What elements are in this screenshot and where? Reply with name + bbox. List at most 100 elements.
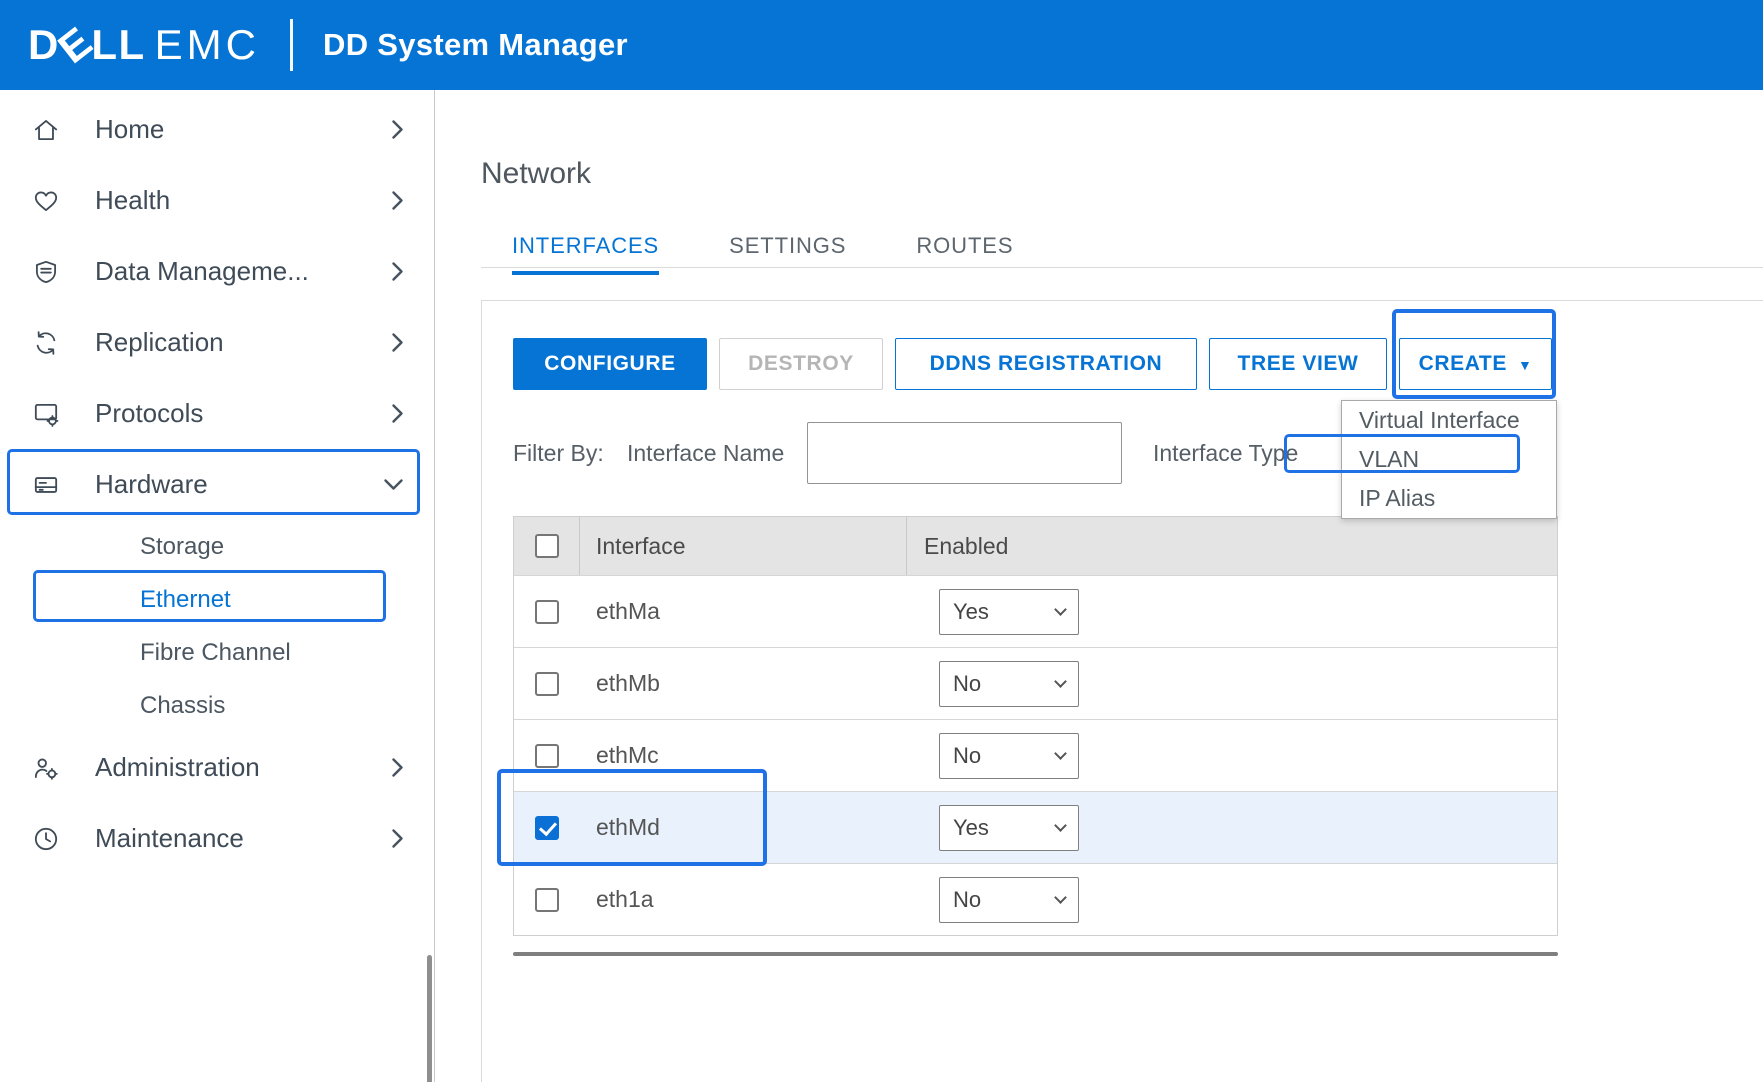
tab-routes[interactable]: ROUTES [916,233,1013,275]
create-button[interactable]: CREATE ▼ [1399,338,1552,390]
row-checkbox[interactable] [535,816,559,840]
column-header-enabled: Enabled [907,517,1557,575]
create-dropdown-menu: Virtual Interface VLAN IP Alias [1341,400,1557,519]
sidebar-item-label: Health [95,185,170,216]
chevron-right-icon [391,828,404,849]
enabled-select[interactable]: Yes [939,805,1079,851]
drive-icon [30,470,62,500]
tab-interfaces[interactable]: INTERFACES [512,233,659,275]
enabled-select-value: No [953,671,981,697]
sidebar-subitem-label: Ethernet [140,586,231,614]
menu-item-virtual-interface[interactable]: Virtual Interface [1342,401,1556,440]
heart-icon [30,186,62,216]
sidebar-item-label: Hardware [95,469,208,500]
table-row-ethmb[interactable]: ethMb No [514,647,1557,719]
column-header-interface: Interface [580,517,907,575]
interfaces-table: Interface Enabled ethMa Yes ethMb [513,516,1558,936]
interface-name-input[interactable] [807,422,1122,484]
sync-icon [30,328,62,358]
chevron-right-icon [391,261,404,282]
sidebar: Home Health Data Manageme... Replication [0,90,435,1082]
tree-view-button[interactable]: TREE VIEW [1209,338,1387,390]
interface-name-label: Interface Name [627,440,784,467]
table-horizontal-scrollbar[interactable] [513,952,1558,956]
sidebar-item-protocols[interactable]: Protocols [0,378,434,449]
emc-wordmark: EMC [155,21,260,69]
table-row-ethma[interactable]: ethMa Yes [514,575,1557,647]
chevron-right-icon [391,119,404,140]
dell-wordmark: DELL [28,21,146,69]
sidebar-scrollbar[interactable] [427,955,432,1082]
window-gear-icon [30,399,62,429]
sidebar-subitem-label: Chassis [140,692,225,720]
create-button-label: CREATE [1419,352,1507,376]
row-checkbox[interactable] [535,672,559,696]
clock-icon [30,824,62,854]
row-checkbox[interactable] [535,600,559,624]
chevron-down-icon [1054,603,1067,616]
sidebar-item-label: Data Manageme... [95,256,309,287]
sidebar-item-storage[interactable]: Storage [0,520,434,573]
app-title: DD System Manager [323,27,628,63]
logo-divider [290,19,293,71]
dell-emc-logo: DELL EMC [28,21,260,69]
chevron-right-icon [391,757,404,778]
chevron-right-icon [391,403,404,424]
sidebar-item-label: Maintenance [95,823,244,854]
table-header: Interface Enabled [514,517,1557,575]
sidebar-item-administration[interactable]: Administration [0,732,434,803]
user-gear-icon [30,753,62,783]
sidebar-item-fibre-channel[interactable]: Fibre Channel [0,626,434,679]
top-bar: DELL EMC DD System Manager [0,0,1763,90]
configure-button[interactable]: CONFIGURE [513,338,707,390]
chevron-down-icon [1054,747,1067,760]
screen: DELL EMC DD System Manager Home Health D… [0,0,1763,1082]
interface-type-label: Interface Type [1153,440,1298,467]
enabled-select[interactable]: Yes [939,589,1079,635]
filter-by-label: Filter By: [513,440,604,467]
page-title: Network [481,157,591,191]
enabled-select[interactable]: No [939,661,1079,707]
row-checkbox[interactable] [535,888,559,912]
sidebar-item-label: Replication [95,327,224,358]
destroy-button: DESTROY [719,338,883,390]
table-row-ethmd[interactable]: ethMd Yes [514,791,1557,863]
enabled-select-value: No [953,743,981,769]
tab-settings[interactable]: SETTINGS [729,233,846,275]
enabled-select-value: Yes [953,815,989,841]
enabled-select-value: Yes [953,599,989,625]
menu-item-vlan[interactable]: VLAN [1342,440,1556,479]
sidebar-item-ethernet[interactable]: Ethernet [0,573,434,626]
enabled-select-value: No [953,887,981,913]
chevron-right-icon [391,190,404,211]
interface-name-cell: eth1a [580,864,907,935]
interface-name-cell: ethMb [580,648,907,719]
main-content: Network INTERFACES SETTINGS ROUTES CONFI… [436,90,1763,1082]
row-checkbox[interactable] [535,744,559,768]
interface-name-cell: ethMd [580,792,907,863]
enabled-select[interactable]: No [939,733,1079,779]
shield-icon [30,257,62,287]
select-all-checkbox[interactable] [535,534,559,558]
sidebar-item-health[interactable]: Health [0,165,434,236]
chevron-down-icon [1054,675,1067,688]
ddns-registration-button[interactable]: DDNS REGISTRATION [895,338,1197,390]
chevron-down-icon [1054,891,1067,904]
interface-name-cell: ethMa [580,576,907,647]
caret-down-icon: ▼ [1518,358,1532,372]
sidebar-item-home[interactable]: Home [0,94,434,165]
sidebar-item-chassis[interactable]: Chassis [0,679,434,732]
tab-bar: INTERFACES SETTINGS ROUTES [512,233,1013,275]
chevron-down-icon [1054,819,1067,832]
sidebar-item-label: Home [95,114,164,145]
menu-item-ip-alias[interactable]: IP Alias [1342,479,1556,518]
sidebar-item-maintenance[interactable]: Maintenance [0,803,434,874]
sidebar-item-replication[interactable]: Replication [0,307,434,378]
enabled-select[interactable]: No [939,877,1079,923]
sidebar-subitem-label: Fibre Channel [140,639,291,667]
sidebar-item-data-management[interactable]: Data Manageme... [0,236,434,307]
sidebar-item-hardware[interactable]: Hardware [0,449,434,520]
table-row-ethmc[interactable]: ethMc No [514,719,1557,791]
table-row-eth1a[interactable]: eth1a No [514,863,1557,935]
interface-name-cell: ethMc [580,720,907,791]
